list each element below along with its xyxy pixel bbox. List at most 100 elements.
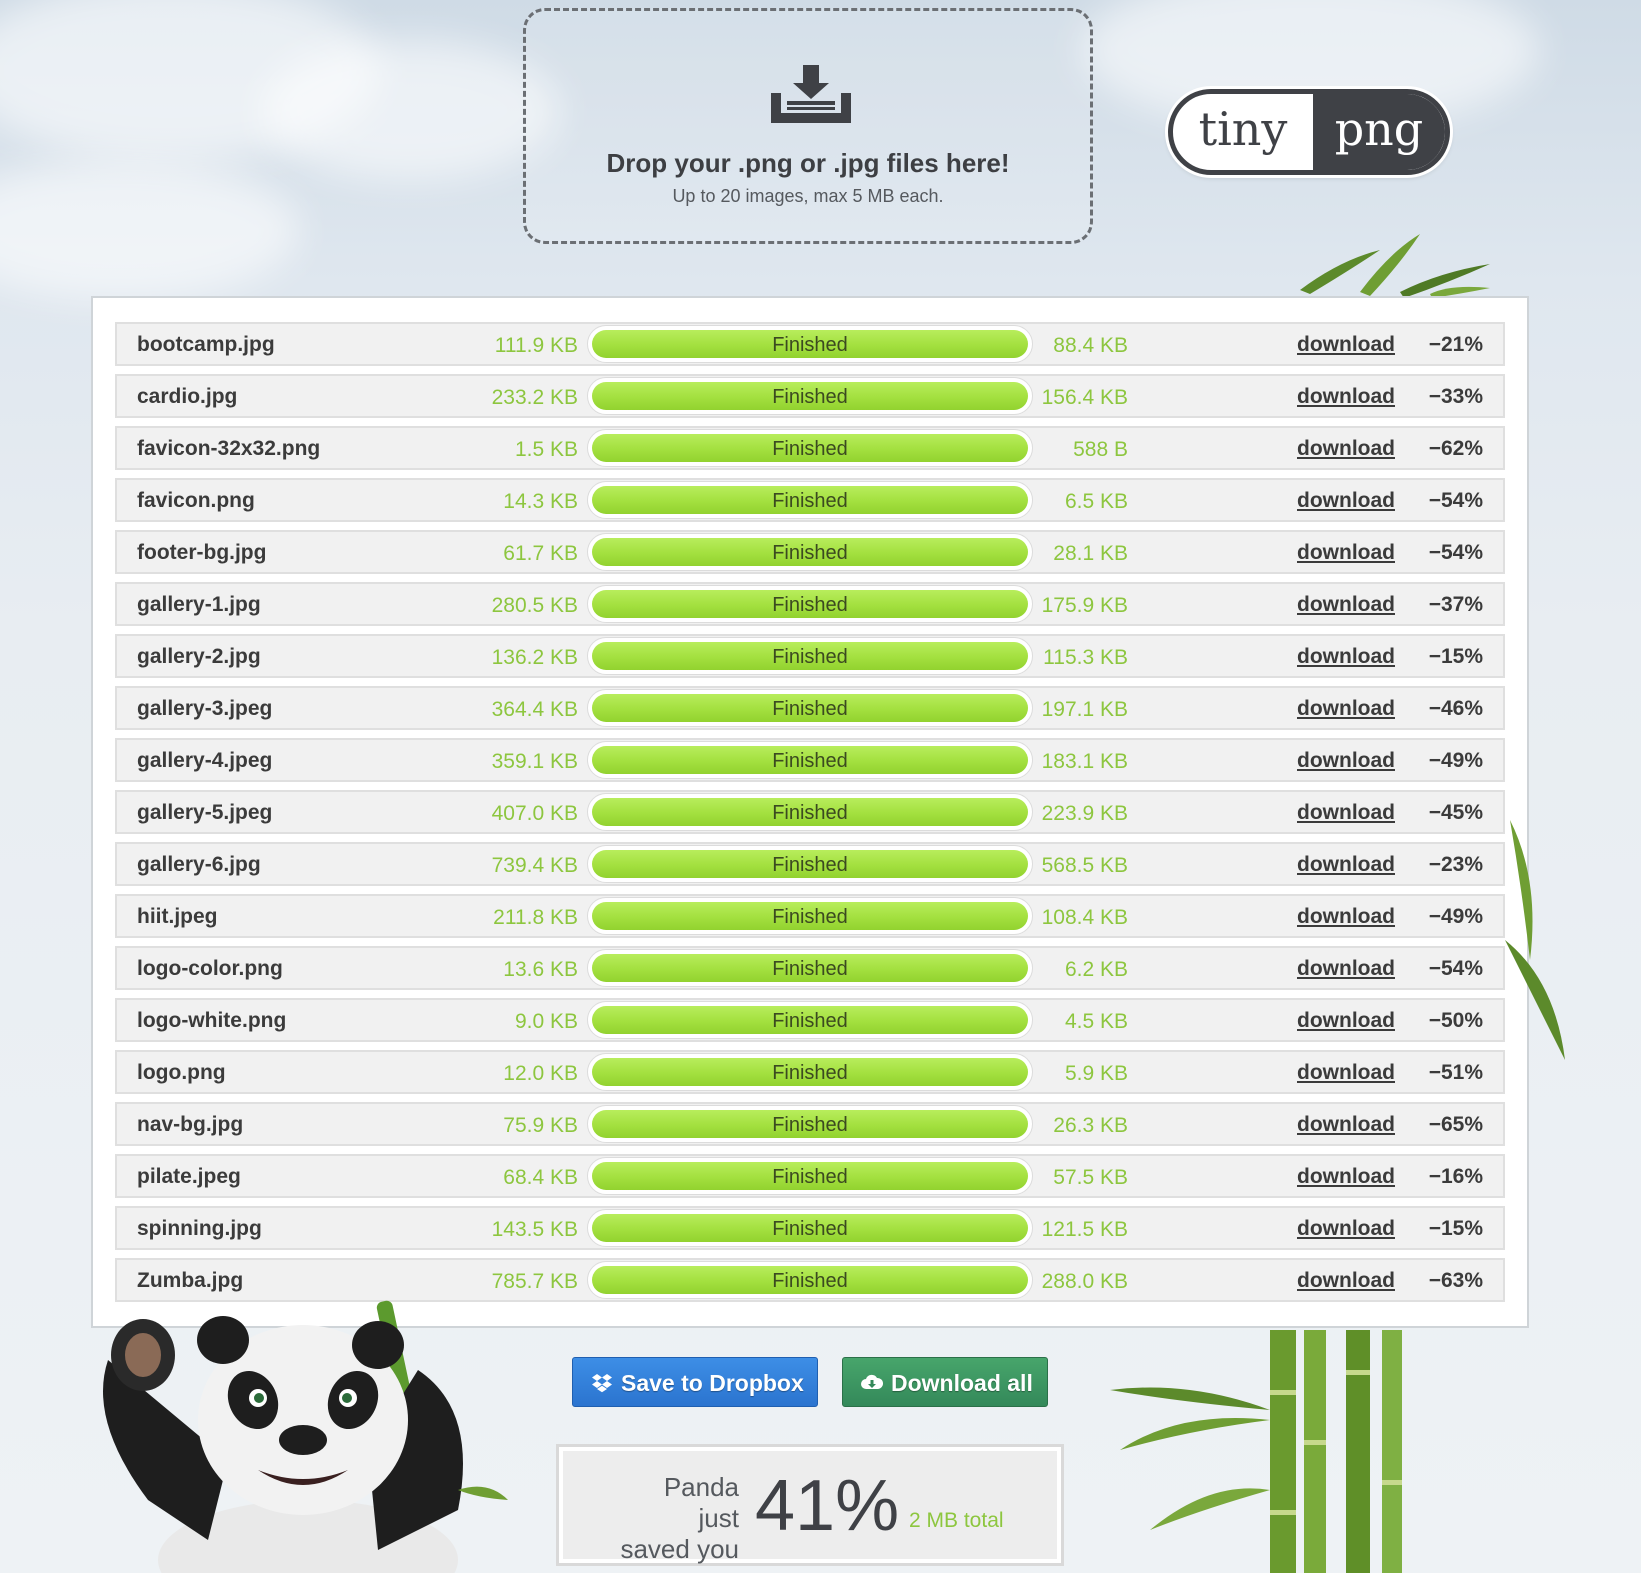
original-size: 364.4 KB (491, 698, 578, 721)
original-size: 136.2 KB (491, 646, 578, 669)
drop-zone-title: Drop your .png or .jpg files here! (606, 148, 1010, 178)
compressed-size: 156.4 KB (1041, 386, 1128, 409)
download-link[interactable]: download (1297, 1113, 1395, 1137)
logo-text-png: png (1313, 94, 1445, 170)
progress-status: Finished (772, 594, 848, 616)
table-row: logo-color.png 13.6 KB Finished 6.2 KB downl… (115, 946, 1505, 990)
panda-mascot-image (103, 1300, 508, 1573)
original-size: 143.5 KB (491, 1218, 578, 1241)
savings-percent-row: −49% (1428, 905, 1483, 928)
progress-bar: Finished (587, 1053, 1033, 1091)
original-size: 111.9 KB (494, 334, 578, 357)
table-row: nav-bg.jpg 75.9 KB Finished 26.3 KB download… (115, 1102, 1505, 1146)
compressed-size: 57.5 KB (1053, 1166, 1128, 1189)
download-link[interactable]: download (1297, 333, 1395, 357)
table-row: gallery-2.jpg 136.2 KB Finished 115.3 KB dow… (115, 634, 1505, 678)
file-name: gallery-2.jpg (137, 645, 261, 668)
file-name: gallery-6.jpg (137, 853, 261, 876)
bamboo-leaves-decoration (1300, 234, 1490, 298)
save-to-dropbox-button[interactable]: Save to Dropbox (572, 1357, 818, 1407)
cloud-decoration (0, 160, 300, 300)
progress-status: Finished (772, 1166, 848, 1188)
savings-percent-row: −54% (1428, 541, 1483, 564)
download-link[interactable]: download (1297, 645, 1395, 669)
progress-status: Finished (772, 1114, 848, 1136)
dropbox-icon (592, 1374, 612, 1393)
savings-percent-row: −45% (1428, 801, 1483, 824)
progress-status: Finished (772, 438, 848, 460)
progress-bar: Finished (587, 793, 1033, 831)
progress-status: Finished (772, 698, 848, 720)
table-row: hiit.jpeg 211.8 KB Finished 108.4 KB downloa… (115, 894, 1505, 938)
table-row: favicon-32x32.png 1.5 KB Finished 588 B down… (115, 426, 1505, 470)
table-row: logo-white.png 9.0 KB Finished 4.5 KB downlo… (115, 998, 1505, 1042)
table-row: gallery-5.jpeg 407.0 KB Finished 223.9 KB do… (115, 790, 1505, 834)
savings-caption-line2: saved you (620, 1534, 739, 1564)
compressed-size: 108.4 KB (1041, 906, 1128, 929)
savings-percent-row: −21% (1428, 333, 1483, 356)
savings-percent-row: −23% (1428, 853, 1483, 876)
progress-status: Finished (772, 958, 848, 980)
tinypng-logo: tiny png (1168, 89, 1450, 175)
compressed-size: 115.3 KB (1043, 646, 1128, 669)
file-name: logo-white.png (137, 1009, 287, 1032)
progress-bar: Finished (587, 429, 1033, 467)
download-link[interactable]: download (1297, 853, 1395, 877)
savings-percent-row: −33% (1428, 385, 1483, 408)
original-size: 13.6 KB (503, 958, 578, 981)
original-size: 785.7 KB (491, 1270, 578, 1293)
download-link[interactable]: download (1297, 593, 1395, 617)
download-link[interactable]: download (1297, 697, 1395, 721)
download-link[interactable]: download (1297, 957, 1395, 981)
progress-status: Finished (772, 490, 848, 512)
download-link[interactable]: download (1297, 385, 1395, 409)
table-row: pilate.jpeg 68.4 KB Finished 57.5 KB downloa… (115, 1154, 1505, 1198)
savings-percent-row: −15% (1428, 1217, 1483, 1240)
download-link[interactable]: download (1297, 1061, 1395, 1085)
save-to-dropbox-label: Save to Dropbox (621, 1370, 804, 1396)
file-name: spinning.jpg (137, 1217, 262, 1240)
download-link[interactable]: download (1297, 905, 1395, 929)
table-row: spinning.jpg 143.5 KB Finished 121.5 KB down… (115, 1206, 1505, 1250)
progress-bar: Finished (587, 845, 1033, 883)
original-size: 739.4 KB (491, 854, 578, 877)
savings-percent-row: −49% (1428, 749, 1483, 772)
download-link[interactable]: download (1297, 437, 1395, 461)
download-link[interactable]: download (1297, 541, 1395, 565)
compressed-size: 4.5 KB (1064, 1010, 1128, 1033)
progress-bar: Finished (587, 897, 1033, 935)
download-link[interactable]: download (1297, 801, 1395, 825)
compressed-size: 197.1 KB (1041, 698, 1128, 721)
original-size: 211.8 KB (493, 906, 578, 929)
progress-status: Finished (772, 334, 848, 356)
table-row: bootcamp.jpg 111.9 KB Finished 88.4 KB downl… (115, 322, 1505, 366)
download-link[interactable]: download (1297, 1217, 1395, 1241)
file-drop-zone[interactable]: Drop your .png or .jpg files here! Up to… (523, 8, 1093, 244)
download-link[interactable]: download (1297, 749, 1395, 773)
original-size: 68.4 KB (503, 1166, 578, 1189)
table-row: favicon.png 14.3 KB Finished 6.5 KB download… (115, 478, 1505, 522)
compressed-size: 6.2 KB (1064, 958, 1128, 981)
download-link[interactable]: download (1297, 1009, 1395, 1033)
progress-bar: Finished (587, 1209, 1033, 1247)
compressed-size: 288.0 KB (1041, 1270, 1128, 1293)
download-all-button[interactable]: Download all (842, 1357, 1048, 1407)
download-link[interactable]: download (1297, 1269, 1395, 1293)
original-size: 1.5 KB (514, 438, 578, 461)
progress-bar: Finished (587, 949, 1033, 987)
compressed-size: 175.9 KB (1041, 594, 1128, 617)
file-name: favicon-32x32.png (137, 437, 321, 460)
progress-status: Finished (772, 1062, 848, 1084)
progress-status: Finished (772, 750, 848, 772)
savings-percent-row: −51% (1428, 1061, 1483, 1084)
savings-caption: Panda just saved you (619, 1472, 739, 1565)
savings-percent-row: −54% (1428, 957, 1483, 980)
original-size: 9.0 KB (514, 1010, 578, 1033)
download-link[interactable]: download (1297, 1165, 1395, 1189)
download-link[interactable]: download (1297, 489, 1395, 513)
progress-status: Finished (772, 802, 848, 824)
savings-percent-row: −37% (1428, 593, 1483, 616)
compressed-size: 5.9 KB (1064, 1062, 1128, 1085)
file-name: gallery-5.jpeg (137, 801, 273, 824)
compressed-size: 588 B (1073, 438, 1128, 461)
